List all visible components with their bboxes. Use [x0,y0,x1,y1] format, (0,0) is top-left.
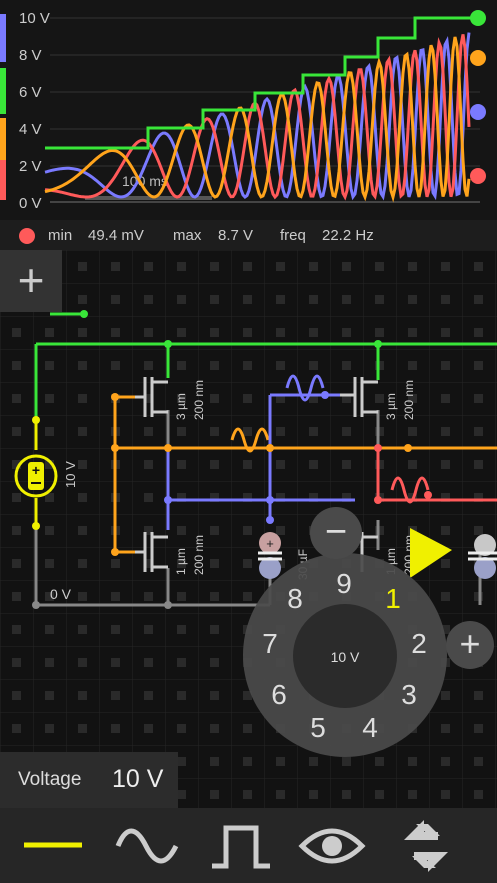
property-panel: Voltage 10 V [0,752,178,808]
dial-digit-2[interactable]: 2 [411,628,427,659]
y-tick-8v: 8 V [19,47,42,64]
max-value: 8.7 V [218,227,254,244]
trace-green-marker[interactable] [470,10,486,26]
dial-center-value: 10 V [331,649,360,665]
svg-text:+: + [32,462,40,478]
bottom-toolbar [0,808,497,883]
dial-digit-8[interactable]: 8 [287,583,303,614]
freq-label: freq [280,227,306,244]
dc-source-button[interactable] [12,816,92,876]
y-tick-0v: 0 V [19,195,42,212]
pulse-source-button[interactable] [204,816,284,876]
square-wave-icon [212,825,270,869]
channel-blue-indicator[interactable] [0,14,6,62]
dial-digit-5[interactable]: 5 [310,712,326,743]
y-tick-2v: 2 V [19,158,42,175]
dial-digit-9[interactable]: 9 [336,568,352,599]
add-icon: + [17,254,45,306]
freq-value: 22.2 Hz [322,227,374,244]
min-value: 49.4 mV [88,227,144,244]
reset-button[interactable] [390,816,470,876]
add-component-button[interactable]: + [0,250,62,312]
dial-digit-6[interactable]: 6 [271,679,287,710]
scope-stats-bar: min 49.4 mV max 8.7 V freq 22.2 Hz [0,220,497,250]
tp1-length: 200 nm [192,380,206,420]
eye-icon [298,828,366,864]
trace-red-marker[interactable] [470,168,486,184]
view-button[interactable] [296,816,376,876]
dial-digit-3[interactable]: 3 [401,679,417,710]
dial-digit-1[interactable]: 1 [385,583,401,614]
plus-icon: + [459,623,481,664]
ac-source-button[interactable] [108,816,188,876]
ground-label: 0 V [50,586,72,602]
channel-green-indicator[interactable] [0,68,6,114]
time-scale-label: 100 ms [122,173,168,189]
value-dial[interactable]: 10 V 9 1 2 3 4 5 6 7 8 [240,550,450,760]
min-label: min [48,227,73,244]
channel-red-indicator[interactable] [0,160,6,200]
source-voltage-label: 10 V [63,461,78,488]
dial-digit-4[interactable]: 4 [362,712,378,743]
channel-orange-indicator[interactable] [0,118,6,164]
tp1-width: 3 µm [174,393,188,420]
svg-text:+: + [266,536,274,551]
dial-plus-button[interactable]: + [446,621,494,669]
property-value[interactable]: 10 V [112,765,163,794]
minus-icon: − [324,511,348,553]
y-tick-4v: 4 V [19,121,42,138]
trace-blue-marker[interactable] [470,104,486,120]
y-tick-6v: 6 V [19,84,42,101]
max-label: max [173,227,202,244]
dial-digit-7[interactable]: 7 [262,628,278,659]
tp2-width: 3 µm [384,393,398,420]
oscilloscope-panel[interactable]: 10 V 8 V 6 V 4 V 2 V 0 V 100 ms [0,0,497,220]
tn1-width: 1 µm [174,548,188,575]
property-label: Voltage [18,769,82,790]
tn1-length: 200 nm [192,535,206,575]
trace-orange-marker[interactable] [470,50,486,66]
y-tick-10v: 10 V [19,10,50,27]
sine-wave-icon [115,828,179,864]
tp2-length: 200 nm [402,380,416,420]
stats-channel-dot [19,228,35,244]
dial-minus-button[interactable]: − [310,507,362,559]
dc-line-icon [24,842,82,848]
cycle-arrows-icon [404,820,448,872]
